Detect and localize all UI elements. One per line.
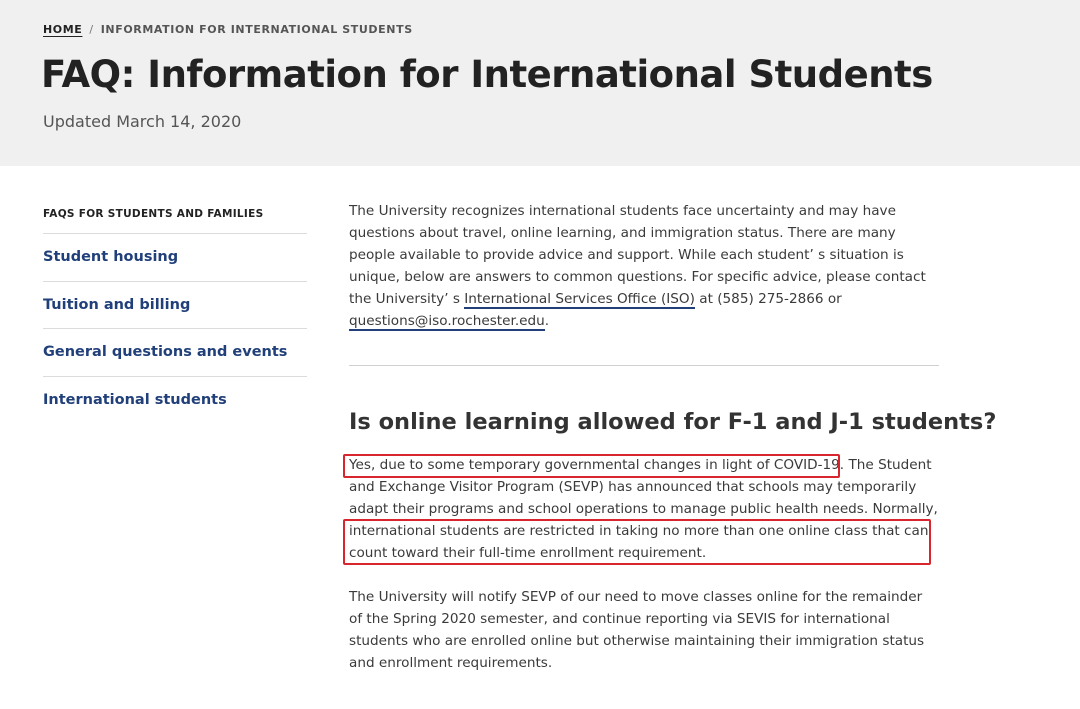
breadcrumb: HOME / INFORMATION FOR INTERNATIONAL STUDE… — [43, 23, 413, 36]
highlight-box-covid — [343, 454, 840, 478]
highlight-box-restriction — [343, 519, 931, 565]
intro-paragraph: The University recognizes international … — [349, 201, 939, 332]
sidebar-heading: FAQS FOR STUDENTS AND FAMILIES — [43, 208, 307, 234]
sidebar-item-international-students[interactable]: International students — [43, 377, 307, 425]
updated-date: Updated March 14, 2020 — [43, 112, 242, 131]
sidebar-item-general-questions[interactable]: General questions and events — [43, 329, 307, 377]
intro-end: . — [544, 312, 550, 329]
intro-phone-text: at (585) 275-2866 or — [694, 290, 842, 307]
iso-link[interactable]: International Services Office (ISO) — [464, 290, 695, 309]
sidebar-item-student-housing[interactable]: Student housing — [43, 234, 307, 282]
section-divider — [349, 365, 939, 366]
faq-question-heading: Is online learning allowed for F-1 and J… — [349, 409, 997, 435]
breadcrumb-home-link[interactable]: HOME — [43, 23, 82, 36]
faq-answer-2: The University will notify SEVP of our n… — [349, 587, 939, 675]
sidebar-item-tuition-billing[interactable]: Tuition and billing — [43, 282, 307, 329]
page-header: HOME / INFORMATION FOR INTERNATIONAL STUDE… — [0, 0, 1080, 166]
answer-paragraph-2: The University will notify SEVP of our n… — [349, 589, 925, 671]
email-link[interactable]: questions@iso.rochester.edu — [349, 312, 545, 331]
breadcrumb-separator: / — [89, 23, 94, 36]
breadcrumb-current: INFORMATION FOR INTERNATIONAL STUDENTS — [100, 23, 413, 36]
page-title: FAQ: Information for International Stude… — [41, 53, 933, 96]
intro-section: The University recognizes international … — [349, 201, 939, 332]
sidebar-nav: FAQS FOR STUDENTS AND FAMILIES Student h… — [43, 208, 307, 424]
